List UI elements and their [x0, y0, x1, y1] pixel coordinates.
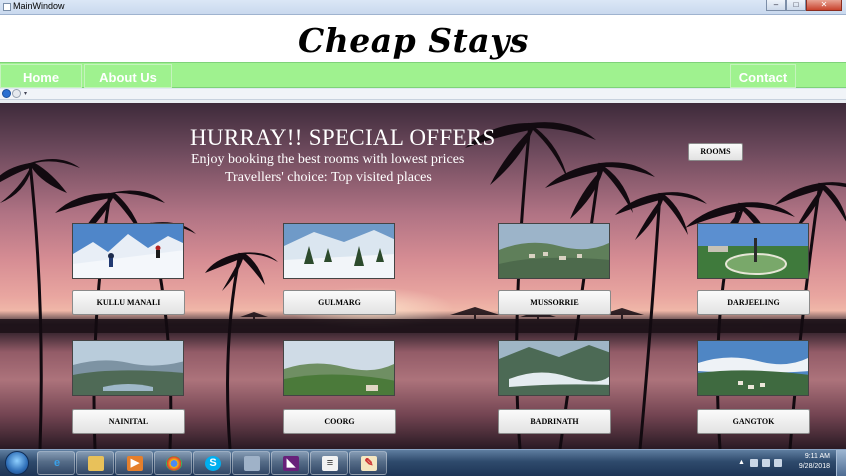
internet-explorer-icon: e [53, 457, 61, 469]
start-button[interactable] [2, 450, 32, 476]
windows-logo-icon [5, 451, 29, 475]
nainital-photo [72, 340, 184, 396]
offer-tagline: Travellers' choice: Top visited places [225, 170, 432, 185]
gangtok-button[interactable]: GANGTOK [697, 409, 810, 434]
taskbar-network-tool[interactable] [232, 451, 270, 475]
taskbar-document[interactable]: ≡ [310, 451, 348, 475]
nav-about-us[interactable]: About Us [84, 64, 172, 88]
brand-title: Cheap Stays [298, 21, 529, 60]
forward-arrow-icon[interactable] [12, 89, 21, 98]
offer-heading: HURRAY!! SPECIAL OFFERS [190, 125, 496, 150]
show-hidden-icons-icon[interactable]: ▲ [738, 459, 746, 467]
history-dropdown-icon[interactable]: ▾ [24, 90, 27, 97]
mussorrie-button[interactable]: MUSSORRIE [498, 290, 611, 315]
navigation-toolbar: ▾ [0, 89, 846, 100]
offer-subheading: Enjoy booking the best rooms with lowest… [191, 152, 465, 167]
window-controls: – □ ✕ [766, 0, 842, 12]
file-explorer-icon [88, 456, 104, 471]
taskbar-internet-explorer[interactable]: e [37, 451, 75, 475]
taskbar-paint[interactable]: ✎ [349, 451, 387, 475]
taskbar-visual-studio[interactable]: ◣ [271, 451, 309, 475]
hero-banner: HURRAY!! SPECIAL OFFERS Enjoy booking th… [0, 103, 846, 449]
taskbar-chrome[interactable] [154, 451, 192, 475]
site-header: Cheap Stays [0, 15, 846, 62]
kullu-manali-photo [72, 223, 184, 279]
main-nav: Home About Us Contact Us [0, 62, 846, 110]
window-title: MainWindow [13, 1, 65, 11]
badrinath-photo [498, 340, 610, 396]
show-desktop-button[interactable] [836, 450, 846, 476]
mussorrie-photo [498, 223, 610, 279]
windows-taskbar: e ▶ S ◣ ≡ ✎ ▲ 9:11 AM 9/28/2018 [0, 449, 846, 476]
taskbar-media-player[interactable]: ▶ [115, 451, 153, 475]
visual-studio-icon: ◣ [283, 456, 299, 471]
paint-icon: ✎ [361, 456, 377, 471]
network-icon[interactable] [762, 459, 770, 467]
close-button[interactable]: ✕ [806, 0, 842, 11]
kullu-manali-button[interactable]: KULLU MANALI [72, 290, 185, 315]
darjeeling-button[interactable]: DARJEELING [697, 290, 810, 315]
taskbar-skype[interactable]: S [193, 451, 231, 475]
volume-icon[interactable] [774, 459, 782, 467]
gulmarg-button[interactable]: GULMARG [283, 290, 396, 315]
window-title-bar[interactable]: MainWindow – □ ✕ [0, 0, 846, 15]
darjeeling-photo [697, 223, 809, 279]
back-arrow-icon[interactable] [2, 89, 11, 98]
nav-home[interactable]: Home [0, 64, 82, 88]
maximize-button[interactable]: □ [786, 0, 806, 11]
coorg-button[interactable]: COORG [283, 409, 396, 434]
app-icon [3, 3, 11, 11]
nav-contact-us[interactable]: Contact Us [730, 64, 796, 110]
flag-icon[interactable] [750, 459, 758, 467]
gangtok-photo [697, 340, 809, 396]
system-tray: ▲ 9:11 AM 9/28/2018 [736, 450, 846, 476]
minimize-button[interactable]: – [766, 0, 786, 11]
network-tool-icon [244, 456, 260, 471]
clock-date[interactable]: 9/28/2018 [799, 463, 830, 470]
chrome-icon [166, 456, 182, 471]
nainital-button[interactable]: NAINITAL [72, 409, 185, 434]
badrinath-button[interactable]: BADRINATH [498, 409, 611, 434]
media-player-icon: ▶ [127, 456, 143, 471]
taskbar-file-explorer[interactable] [76, 451, 114, 475]
rooms-button[interactable]: ROOMS [688, 143, 743, 161]
gulmarg-photo [283, 223, 395, 279]
document-icon: ≡ [322, 456, 338, 471]
clock-time[interactable]: 9:11 AM [805, 453, 830, 460]
skype-icon: S [205, 456, 221, 471]
coorg-photo [283, 340, 395, 396]
